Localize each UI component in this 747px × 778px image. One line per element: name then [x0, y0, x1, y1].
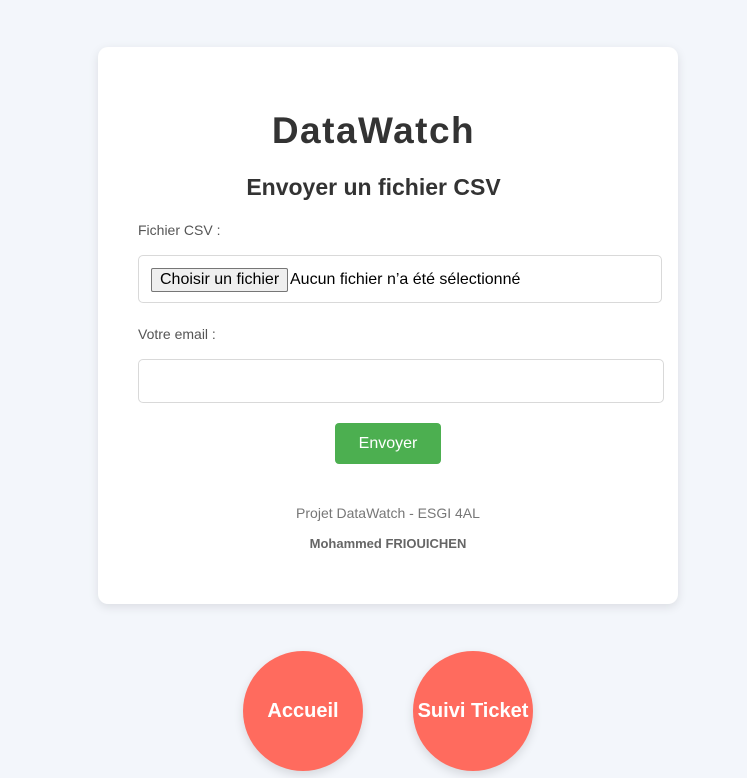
ticket-tracking-button[interactable]: Suivi Ticket: [413, 651, 533, 771]
page-subtitle: Envoyer un fichier CSV: [246, 174, 501, 200]
file-label: Fichier CSV :: [138, 222, 221, 238]
choose-file-button[interactable]: Choisir un fichier: [151, 268, 289, 292]
email-label: Votre email :: [138, 326, 216, 342]
app-title: DataWatch: [271, 110, 476, 151]
home-button[interactable]: Accueil: [243, 651, 363, 771]
file-input[interactable]: Choisir un fichier Aucun fichier n’a été…: [138, 255, 662, 303]
footer-project: Projet DataWatch - ESGI 4AL: [296, 505, 480, 521]
email-field[interactable]: [138, 359, 664, 403]
footer-author: Mohammed FRIOUICHEN: [309, 536, 467, 551]
submit-button[interactable]: Envoyer: [335, 423, 441, 464]
file-status-text: Aucun fichier n’a été sélectionné: [290, 271, 521, 288]
